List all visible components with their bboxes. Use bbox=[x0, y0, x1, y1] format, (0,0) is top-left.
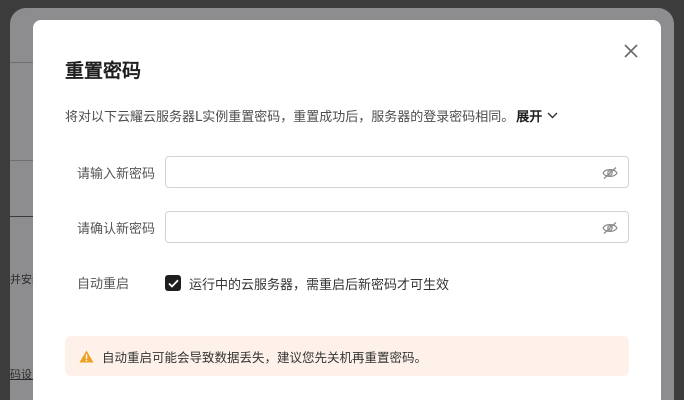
background-link: 码设置 bbox=[10, 368, 34, 381]
confirm-password-input[interactable] bbox=[176, 212, 596, 242]
auto-restart-label: 自动重启 bbox=[77, 277, 130, 292]
expand-toggle[interactable]: 展开 bbox=[516, 106, 558, 125]
reset-password-dialog: 重置密码 将对以下云耀云服务器L实例重置密码，重置成功后，服务器的登录密码相同。… bbox=[33, 20, 661, 400]
toggle-visibility-button[interactable] bbox=[602, 165, 618, 184]
warning-alert: 自动重启可能会导致数据丢失，建议您先关机再重置密码。 bbox=[65, 336, 629, 376]
description-text: 将对以下云耀云服务器L实例重置密码，重置成功后，服务器的登录密码相同。 bbox=[65, 110, 515, 125]
expand-label: 展开 bbox=[516, 110, 543, 125]
new-password-label: 请输入新密码 bbox=[77, 167, 156, 182]
eye-off-icon bbox=[602, 222, 618, 234]
confirm-password-field[interactable] bbox=[165, 211, 629, 243]
new-password-input[interactable] bbox=[176, 157, 596, 187]
toggle-visibility-button[interactable] bbox=[602, 220, 618, 239]
auto-restart-checkbox-text: 运行中的云服务器，需重启后新密码才可生效 bbox=[189, 278, 450, 293]
auto-restart-checkbox[interactable] bbox=[165, 275, 181, 291]
dialog-description: 将对以下云耀云服务器L实例重置密码，重置成功后，服务器的登录密码相同。 展开 bbox=[65, 106, 558, 125]
warning-text: 自动重启可能会导致数据丢失，建议您先关机再重置密码。 bbox=[102, 349, 428, 365]
chevron-down-icon bbox=[547, 112, 558, 119]
close-icon bbox=[624, 44, 638, 58]
eye-off-icon bbox=[602, 167, 618, 179]
background-text: 并安装 bbox=[10, 273, 34, 286]
confirm-password-label: 请确认新密码 bbox=[77, 222, 156, 237]
warning-triangle-icon bbox=[79, 350, 94, 363]
close-button[interactable] bbox=[621, 41, 641, 61]
dialog-title: 重置密码 bbox=[65, 60, 142, 82]
check-icon bbox=[167, 279, 179, 288]
new-password-field[interactable] bbox=[165, 156, 629, 188]
